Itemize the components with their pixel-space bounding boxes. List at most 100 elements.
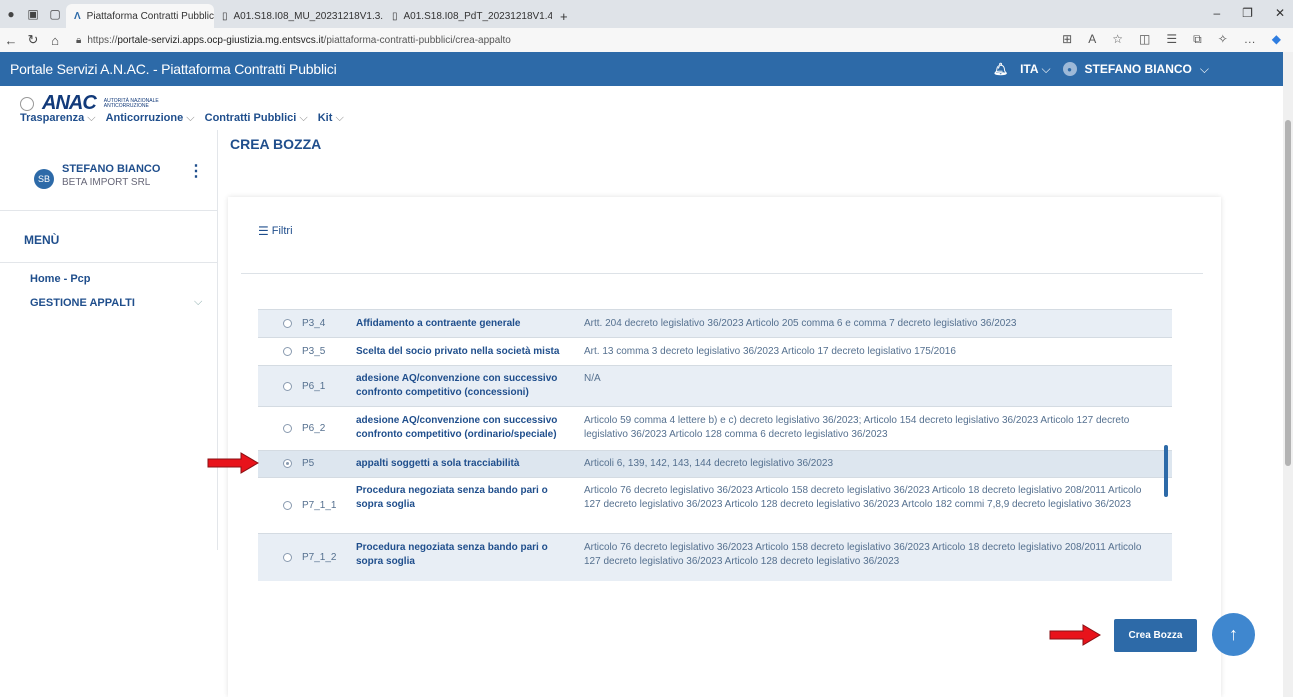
chevron-down-icon: ⌵ [186,112,195,124]
sidebar-divider [0,262,218,263]
chevron-down-icon: ⌵ [87,112,96,124]
list-item[interactable]: P7_1_1 Procedura negoziata senza bando p… [258,477,1172,533]
tab-label: A01.S18.I08_PdT_20231218V1.4. [403,10,552,22]
list-item[interactable]: P3_5 Scelta del socio privato nella soci… [258,337,1172,365]
procedure-name: Procedura negoziata senza bando pari o s… [356,542,548,567]
avatar: SB [34,169,54,189]
url-path: /piattaforma-contratti-pubblici/crea-app… [323,34,511,46]
radio-button[interactable] [283,553,292,562]
collections-icon[interactable]: ⧉ [1193,32,1202,47]
radio-button-checked[interactable] [283,459,292,468]
browser-tab[interactable]: ▯ A01.S18.I08_PdT_20231218V1.4. ✕ [384,4,552,28]
procedure-name: appalti soggetti a sola tracciabilità [356,458,520,469]
chevron-down-icon: ⌵ [299,112,308,124]
read-aloud-icon[interactable]: A [1088,32,1096,47]
radio-button[interactable] [283,501,292,510]
main-nav: Trasparenza ⌵ Anticorruzione ⌵ Contratti… [20,112,344,125]
nav-item-contratti-pubblici[interactable]: Contratti Pubblici ⌵ [205,112,308,125]
extensions-icon[interactable]: ✧ [1218,32,1228,47]
list-item-selected[interactable]: P5 appalti soggetti a sola tracciabilità… [258,450,1172,477]
copilot-icon[interactable]: ◆ [1272,32,1281,47]
nav-label: Anticorruzione [105,112,184,124]
page-title: CREA BOZZA [230,136,322,152]
procedure-code: P3_5 [302,346,326,357]
chevron-down-icon: ⌵ [335,112,344,124]
split-screen-icon[interactable]: ◫ [1139,32,1150,47]
app-title: Portale Servizi A.N.AC. - Piattaforma Co… [10,61,337,77]
radio-button[interactable] [283,382,292,391]
chevron-down-icon[interactable]: ⌵ [194,296,202,309]
logo-subtitle: AUTORITÀ NAZIONALE ANTICORRUZIONE [103,97,159,109]
tab-label: A01.S18.I08_MU_20231218V1.3. [233,10,384,22]
minimize-icon[interactable]: – [1213,6,1220,20]
procedure-desc: Articolo 76 decreto legislativo 36/2023 … [584,542,1142,567]
user-menu[interactable]: ● STEFANO BIANCO ⌵ [1062,61,1209,77]
chevron-down-icon: ⌵ [1041,61,1051,76]
back-icon[interactable]: ← [0,33,22,48]
favorite-star-icon[interactable]: ☆ [1112,32,1123,47]
procedure-list: P3_4 Affidamento a contraente generale A… [258,309,1172,581]
bell-icon[interactable]: 🔔︎ [993,62,1008,76]
procedure-name: Affidamento a contraente generale [356,318,521,329]
browser-tab-bar: ● ▣ ▢ Λ Piattaforma Contratti Pubblici |… [0,0,1293,28]
home-icon[interactable]: ⌂ [44,33,66,48]
crea-bozza-button[interactable]: Crea Bozza [1114,619,1197,652]
browser-toolbar: ⊞ A ☆ ◫ ☰ ⧉ ✧ … ◆ [1062,32,1281,47]
close-window-icon[interactable]: ✕ [1275,6,1285,20]
favorites-icon[interactable]: ☰ [1166,32,1177,47]
browser-tab[interactable]: ▯ A01.S18.I08_MU_20231218V1.3. ✕ [214,4,384,28]
url-prefix: https:// [87,34,118,46]
nav-item-trasparenza[interactable]: Trasparenza ⌵ [20,112,96,125]
list-item[interactable]: P7_1_2 Procedura negoziata senza bando p… [258,533,1172,581]
chevron-down-icon: ⌵ [1199,61,1209,76]
nav-item-anticorruzione[interactable]: Anticorruzione ⌵ [106,112,195,125]
document-icon: ▯ [222,10,228,22]
filter-lines-icon: ☰ [258,224,269,238]
radio-button[interactable] [283,319,292,328]
list-item[interactable]: P6_2 adesione AQ/convenzione con success… [258,406,1172,450]
nav-label: Kit [317,112,333,124]
procedure-code: P6_1 [302,381,326,392]
language-label: ITA [1020,61,1039,76]
procedure-desc: Articolo 76 decreto legislativo 36/2023 … [584,485,1142,510]
reload-icon[interactable]: ↻ [22,32,44,48]
kebab-menu-icon[interactable]: ⋮ [188,161,204,181]
list-item[interactable]: P6_1 adesione AQ/convenzione con success… [258,365,1172,406]
page-scrollbar[interactable] [1283,52,1293,697]
sidebar-item-home[interactable]: Home - Pcp [30,273,91,285]
procedure-desc: Art. 13 comma 3 decreto legislativo 36/2… [584,346,956,357]
sidebar-user-org: BETA IMPORT SRL [62,177,151,188]
procedure-code: P3_4 [302,318,326,329]
filter-button[interactable]: ☰ Filtri [258,224,293,238]
list-item[interactable]: P3_4 Affidamento a contraente generale A… [258,309,1172,337]
url-field[interactable]: 🔒︎ https://portale-servizi.apps.ocp-gius… [76,35,511,46]
immersive-reader-icon[interactable]: ⊞ [1062,32,1072,47]
new-tab-button[interactable]: + [552,4,574,28]
list-scrollbar[interactable] [1164,445,1168,497]
language-selector[interactable]: ITA ⌵ [1020,62,1050,77]
arrow-up-icon[interactable]: ↑ [1212,613,1255,656]
tab-actions-icon[interactable]: ▢ [44,0,66,28]
sidebar-user: SB STEFANO BIANCO BETA IMPORT SRL [34,163,160,189]
sidebar-divider [0,210,218,211]
browser-tab-active[interactable]: Λ Piattaforma Contratti Pubblici | P ✕ [66,4,214,28]
procedure-desc: Articoli 6, 139, 142, 143, 144 decreto l… [584,458,834,469]
sidebar-item-gestione-appalti[interactable]: GESTIONE APPALTI [30,297,135,309]
radio-button[interactable] [283,347,292,356]
workspaces-icon[interactable]: ▣ [22,0,44,28]
nav-label: Trasparenza [20,112,85,124]
window-controls: – ❐ ✕ [1213,6,1285,20]
nav-item-kit[interactable]: Kit ⌵ [318,112,344,125]
procedure-name: Scelta del socio privato nella società m… [356,346,560,357]
restore-icon[interactable]: ❐ [1242,6,1253,20]
lock-icon: 🔒︎ [76,34,82,46]
republic-emblem-icon [20,96,34,111]
procedure-code: P5 [302,458,315,469]
menu-title: MENÙ [24,233,60,247]
more-icon[interactable]: … [1244,32,1256,47]
radio-button[interactable] [283,424,292,433]
procedure-code: P6_2 [302,423,326,434]
profile-icon[interactable]: ● [0,0,22,28]
scrollbar-thumb[interactable] [1285,120,1291,466]
procedure-name: adesione AQ/convenzione con successivo c… [356,373,558,398]
